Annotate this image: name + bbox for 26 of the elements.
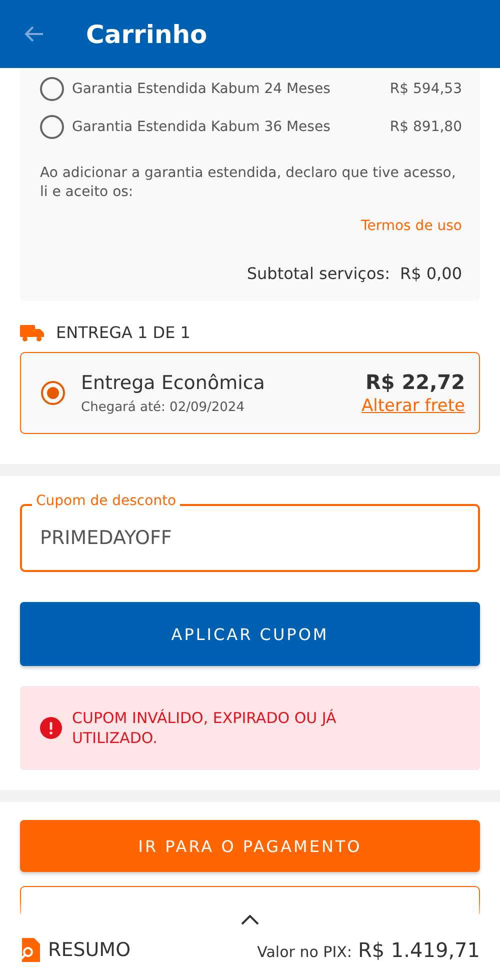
radio-button[interactable] bbox=[40, 77, 64, 101]
pix-label: Valor no PIX: bbox=[257, 943, 352, 961]
error-icon bbox=[40, 717, 62, 739]
warranty-option-label: Garantia Estendida Kabum 36 Meses bbox=[72, 119, 332, 135]
warranty-notice: Ao adicionar a garantia estendida, declaro que tive acesso, li e aceito os: bbox=[40, 164, 457, 202]
pix-value: R$ 1.419,71 bbox=[358, 938, 480, 962]
warranty-option-label: Garantia Estendida Kabum 24 Meses bbox=[72, 81, 332, 97]
delivery-name: Entrega Econômica bbox=[81, 372, 266, 394]
page-title: Carrinho bbox=[86, 20, 208, 48]
warranty-price: R$ 891,80 bbox=[390, 119, 462, 135]
document-search-icon bbox=[20, 938, 42, 962]
truck-icon bbox=[20, 324, 44, 342]
delivery-option-card[interactable]: Entrega Econômica Chegará até: 02/09/2024 R$ 22,72 Alterar frete bbox=[20, 352, 480, 434]
delivery-eta: Chegará até: 02/09/2024 bbox=[81, 400, 246, 414]
chevron-up-icon bbox=[241, 915, 259, 925]
subtotal-label: Subtotal serviços: bbox=[246, 264, 390, 283]
error-message: CUPOM INVÁLIDO, EXPIRADO OU JÁ UTILIZADO. bbox=[72, 708, 338, 748]
coupon-field-label: Cupom de desconto bbox=[32, 493, 180, 509]
radio-button[interactable] bbox=[40, 115, 64, 139]
apply-coupon-button[interactable]: APLICAR CUPOM bbox=[20, 602, 480, 666]
subtotal-value: R$ 0,00 bbox=[400, 264, 462, 283]
radio-button[interactable] bbox=[41, 381, 65, 405]
delivery-heading: ENTREGA 1 DE 1 bbox=[56, 323, 190, 342]
warranty-price: R$ 594,53 bbox=[390, 81, 462, 97]
delivery-price: R$ 22,72 bbox=[365, 370, 465, 394]
summary-label[interactable]: RESUMO bbox=[48, 939, 131, 961]
